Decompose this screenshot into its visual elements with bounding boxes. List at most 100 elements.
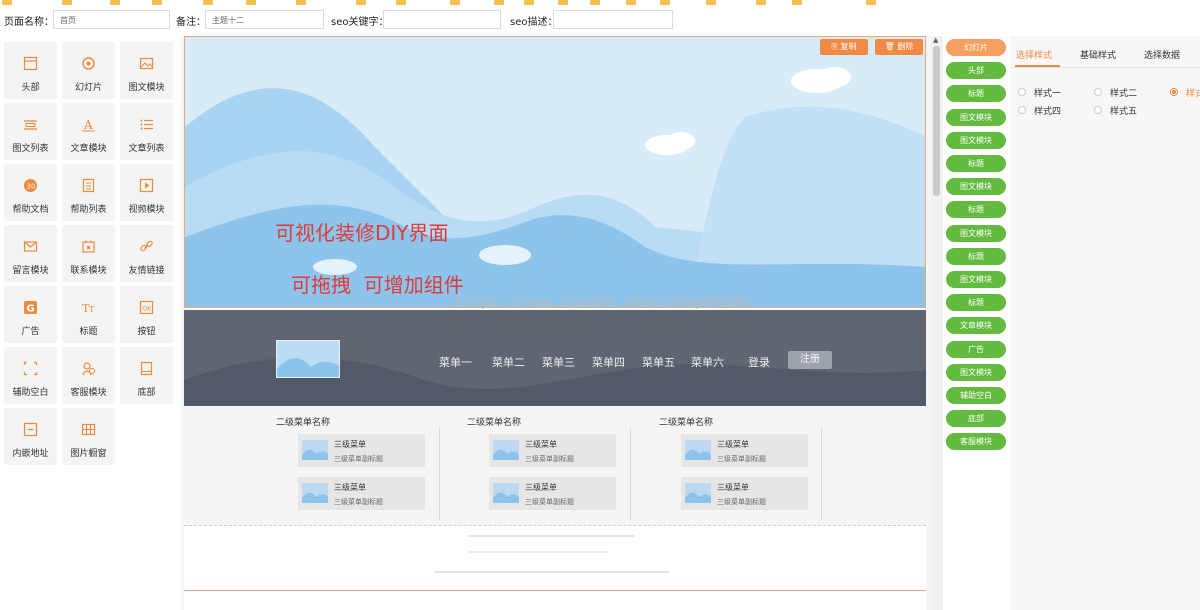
component-tile[interactable]: 幻灯片 — [62, 42, 115, 99]
toolbar-folder-icon[interactable] — [203, 0, 213, 5]
submenu-column-title[interactable]: 二级菜单名称 — [659, 415, 713, 428]
seo-keywords-input[interactable] — [383, 10, 501, 29]
header-module[interactable]: 菜单一 菜单二 菜单三 菜单四 菜单五 菜单六 登录 注册 — [184, 310, 926, 406]
layer-pill[interactable]: 头部 — [946, 62, 1006, 80]
radio-icon[interactable] — [1018, 88, 1026, 96]
toolbar-folder-icon[interactable] — [296, 0, 306, 5]
component-tile[interactable]: 友情链接 — [120, 225, 173, 282]
note-input[interactable]: 主题十二 — [205, 10, 324, 29]
image-placeholder-icon — [493, 440, 519, 460]
radio-icon[interactable] — [1170, 88, 1178, 96]
submenu-card[interactable]: 三级菜单 三级菜单副标题 — [298, 477, 425, 510]
layer-pill[interactable]: 底部 — [946, 410, 1006, 428]
layer-pill[interactable]: 客服模块 — [946, 433, 1006, 451]
component-tile[interactable]: 帮助列表 — [62, 164, 115, 221]
layer-pill[interactable]: 图文模块 — [946, 271, 1006, 288]
page-canvas[interactable]: ⎘ 复制 🗑 删除 可视化装修DIY界面 可拖拽 可增加组件 菜单一 菜单二 菜… — [184, 36, 926, 610]
scroll-up-icon[interactable]: ▲ — [933, 36, 938, 44]
layer-pill[interactable]: 图文模块 — [946, 363, 1006, 381]
toolbar-folder-icon[interactable] — [152, 0, 162, 5]
seo-desc-input[interactable] — [553, 10, 673, 29]
layer-pill[interactable]: 标题 — [946, 201, 1006, 219]
toolbar-folder-icon[interactable] — [756, 0, 766, 5]
toolbar-folder-icon[interactable] — [706, 0, 716, 5]
component-tile[interactable]: 底部 — [120, 347, 173, 404]
component-tile[interactable]: 联系模块 — [62, 225, 115, 282]
component-tile[interactable]: 头部 — [4, 42, 57, 99]
toolbar-folder-icon[interactable] — [110, 0, 120, 5]
radio-icon[interactable] — [1018, 106, 1026, 114]
canvas-scrollbar[interactable]: ▲ — [931, 36, 943, 610]
layer-pill[interactable]: 文章模块 — [946, 317, 1006, 335]
component-tile[interactable]: T T 标题 — [62, 286, 115, 343]
component-tile[interactable]: 文章列表 — [120, 103, 173, 160]
card-title: 三级菜单 — [525, 440, 557, 449]
component-tile[interactable]: G 广告 — [4, 286, 57, 343]
submenu-card[interactable]: 三级菜单 三级菜单副标题 — [298, 434, 425, 467]
submenu-column-title[interactable]: 二级菜单名称 — [467, 415, 521, 428]
layer-pill[interactable]: 标题 — [946, 247, 1006, 265]
component-tile[interactable]: 留言模块 — [4, 225, 57, 282]
nav-menu-item[interactable]: 菜单三 — [542, 354, 575, 370]
slideshow-module[interactable]: ⎘ 复制 🗑 删除 可视化装修DIY界面 可拖拽 可增加组件 — [184, 36, 926, 308]
toolbar-folder-icon[interactable] — [356, 0, 366, 5]
component-tile[interactable]: 视频模块 — [120, 164, 173, 221]
submenu-card[interactable]: 三级菜单 三级菜单副标题 — [489, 477, 616, 510]
layer-pill[interactable]: 标题 — [946, 294, 1006, 312]
layer-pill[interactable]: 图文模块 — [946, 108, 1006, 126]
component-tile[interactable]: A 文章模块 — [62, 103, 115, 160]
toolbar-folder-icon[interactable] — [866, 0, 876, 5]
layer-pill[interactable]: 广告 — [946, 340, 1006, 358]
layer-pill[interactable]: 图文模块 — [946, 131, 1006, 149]
layer-pill[interactable]: 标题 — [946, 155, 1006, 172]
delete-button[interactable]: 🗑 删除 — [875, 39, 923, 55]
placeholder-module[interactable] — [184, 527, 926, 589]
toolbar-folder-icon[interactable] — [660, 0, 670, 5]
component-tile[interactable]: 图文模块 — [120, 42, 173, 99]
component-tile[interactable]: 内嵌地址 — [4, 408, 57, 465]
tab-select-data[interactable]: 选择数据 — [1144, 48, 1180, 61]
component-tile[interactable]: 30 帮助文档 — [4, 164, 57, 221]
submenu-column-title[interactable]: 二级菜单名称 — [276, 415, 330, 428]
component-tile[interactable]: 图片橱窗 — [62, 408, 115, 465]
nav-menu-item[interactable]: 菜单六 — [691, 354, 724, 370]
component-tile[interactable]: OK 按钮 — [120, 286, 173, 343]
toolbar-folder-icon[interactable] — [792, 0, 802, 5]
radio-icon[interactable] — [1094, 106, 1102, 114]
copy-button[interactable]: ⎘ 复制 — [820, 39, 868, 55]
submenu-card[interactable]: 三级菜单 三级菜单副标题 — [489, 434, 616, 467]
component-tile[interactable]: 客服模块 — [62, 347, 115, 404]
nav-menu-item[interactable]: 菜单五 — [642, 354, 675, 370]
toolbar-folder-icon[interactable] — [558, 0, 568, 5]
tab-basic-style[interactable]: 基础样式 — [1080, 48, 1116, 61]
submenu-card[interactable]: 三级菜单 三级菜单副标题 — [681, 477, 808, 510]
nav-menu-item[interactable]: 菜单二 — [492, 354, 525, 370]
submenu-card[interactable]: 三级菜单 三级菜单副标题 — [681, 434, 808, 467]
toolbar-folder-icon[interactable] — [494, 0, 504, 5]
toolbar-folder-icon[interactable] — [396, 0, 406, 5]
register-button[interactable]: 注册 — [788, 351, 832, 369]
component-tile[interactable]: 图文列表 — [4, 103, 57, 160]
layer-pill[interactable]: 图文模块 — [946, 224, 1006, 242]
component-tile[interactable]: 辅助空白 — [4, 347, 57, 404]
toolbar-folder-icon[interactable] — [524, 0, 534, 5]
toolbar-folder-icon[interactable] — [62, 0, 72, 5]
toolbar-folder-icon[interactable] — [246, 0, 256, 5]
toolbar-folder-icon[interactable] — [2, 0, 12, 5]
toolbar-folder-icon[interactable] — [626, 0, 636, 5]
login-link[interactable]: 登录 — [748, 354, 770, 370]
next-module[interactable] — [184, 590, 926, 610]
toolbar-folder-icon[interactable] — [450, 0, 460, 5]
layer-pill[interactable]: 标题 — [946, 85, 1006, 103]
page-name-input[interactable]: 首页 — [53, 10, 170, 29]
layer-pill[interactable]: 图文模块 — [946, 178, 1006, 196]
article-list-icon — [140, 119, 153, 130]
layer-pill[interactable]: 幻灯片 — [946, 39, 1006, 56]
toolbar-folder-icon[interactable] — [590, 0, 600, 5]
tab-select-style[interactable]: 选择样式 — [1016, 48, 1052, 61]
nav-menu-item[interactable]: 菜单一 — [439, 354, 472, 370]
layer-pill[interactable]: 辅助空白 — [946, 387, 1006, 404]
radio-icon[interactable] — [1094, 88, 1102, 96]
nav-menu-item[interactable]: 菜单四 — [592, 354, 625, 370]
scrollbar-thumb[interactable] — [933, 46, 940, 196]
